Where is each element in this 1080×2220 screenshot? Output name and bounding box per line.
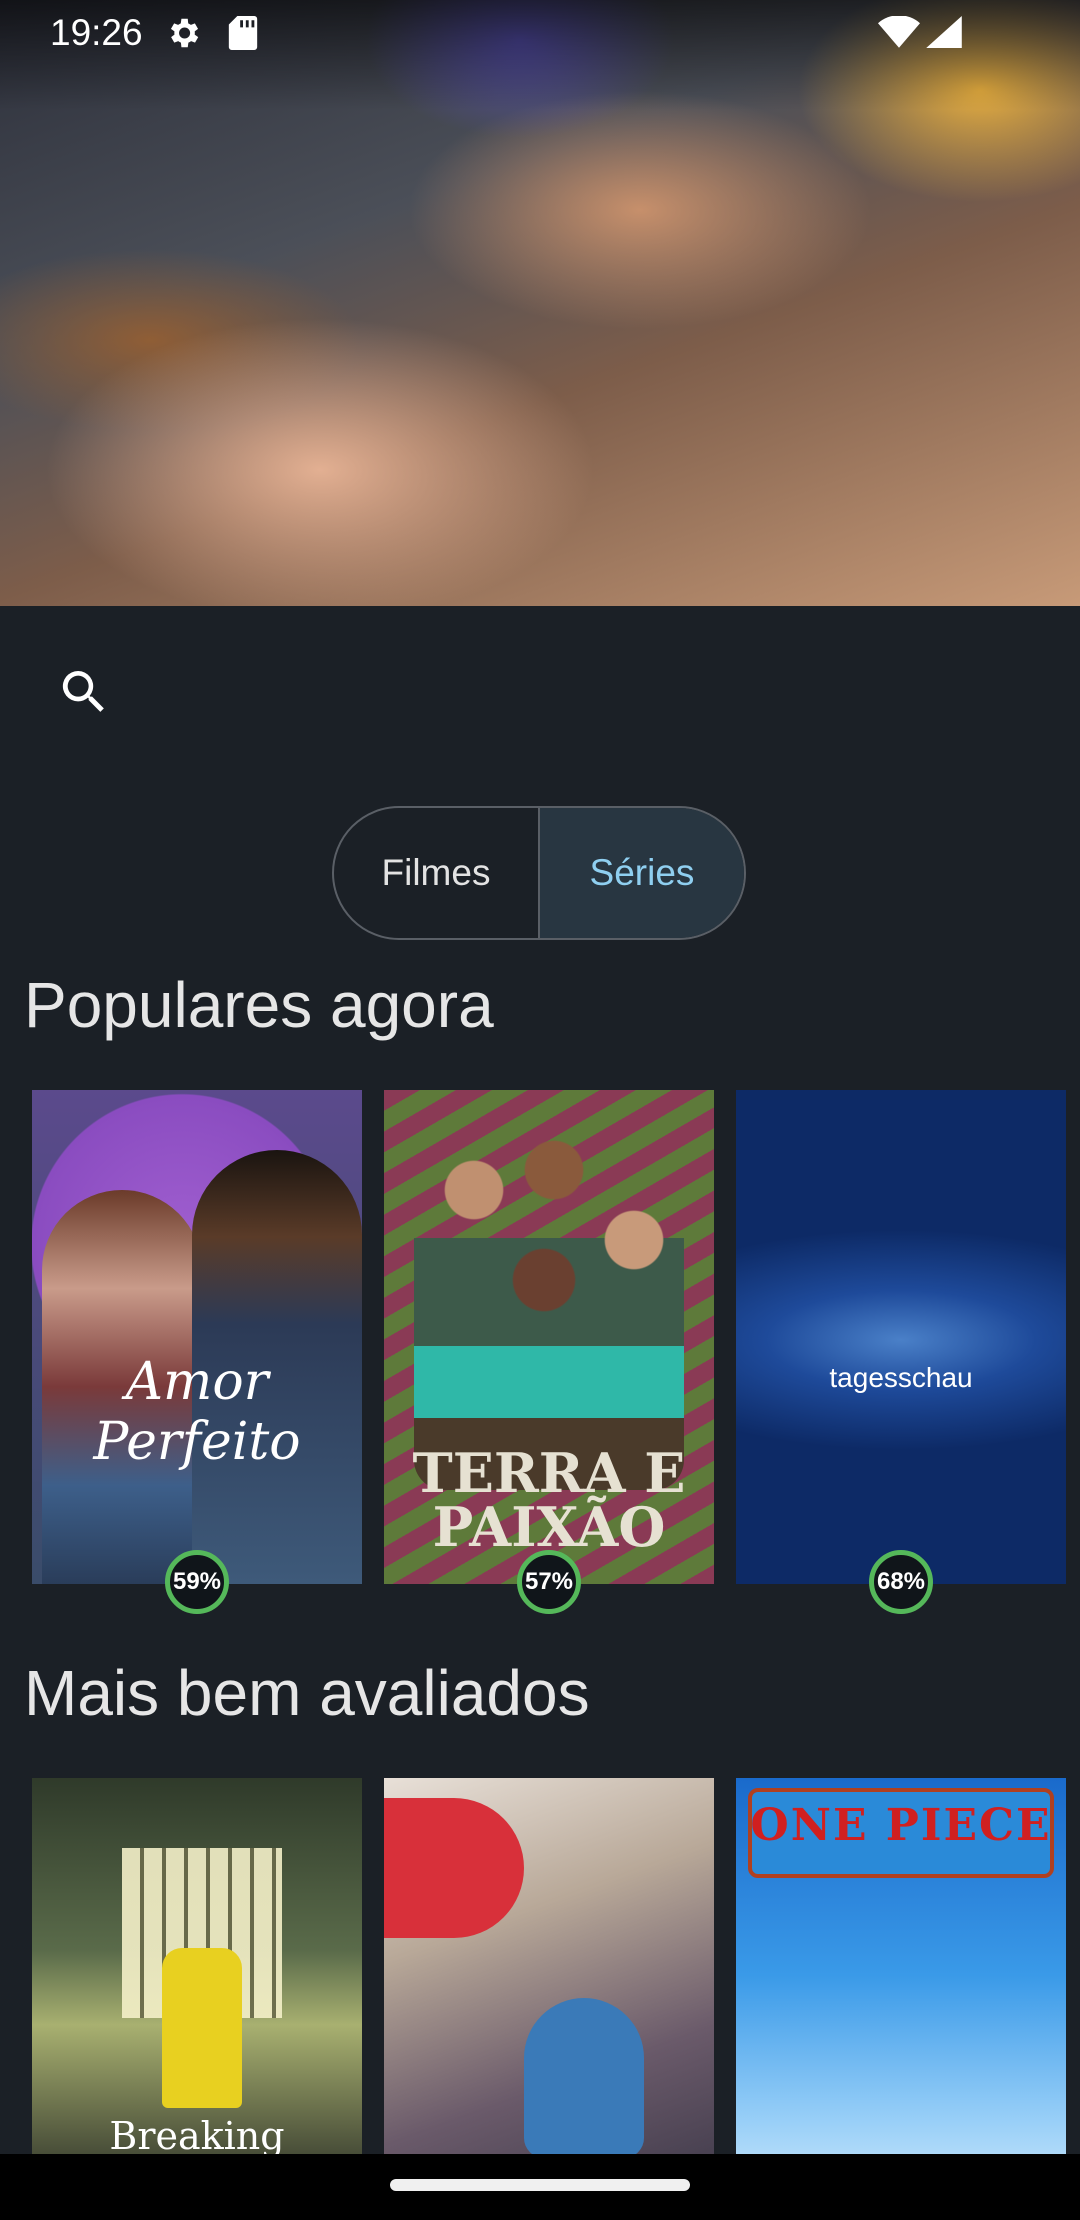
- poster-title: Amor Perfeito: [93, 1352, 301, 1472]
- signal-icon: [926, 16, 962, 53]
- search-button[interactable]: [56, 664, 120, 728]
- poster-title: Breaking: [109, 2114, 285, 2154]
- popular-row: Amor Perfeito 59% TERRA E PAIXÃO 57% tag…: [32, 1090, 1080, 1650]
- rating-badge: 57%: [517, 1550, 581, 1614]
- poster-figure: [384, 1798, 524, 1938]
- search-icon: [62, 671, 104, 712]
- poster-title: ONE PIECE: [750, 1800, 1052, 1851]
- poster-figure: [524, 1998, 644, 2154]
- tab-filmes[interactable]: Filmes: [334, 808, 540, 938]
- poster-card[interactable]: ONE PIECE: [736, 1778, 1066, 2154]
- poster-card[interactable]: Breaking: [32, 1778, 362, 2154]
- tab-series[interactable]: Séries: [540, 808, 744, 938]
- rating-badge: 59%: [165, 1550, 229, 1614]
- poster-card[interactable]: TERRA E PAIXÃO: [384, 1090, 714, 1584]
- poster-card[interactable]: tagesschau: [736, 1090, 1066, 1584]
- poster-figure: [414, 1130, 684, 1490]
- poster-title: tagesschau: [829, 1362, 973, 1393]
- home-gesture-handle[interactable]: [390, 2179, 690, 2191]
- hero-backdrop[interactable]: [0, 0, 1080, 606]
- poster-card[interactable]: Amor Perfeito: [32, 1090, 362, 1584]
- section-title-top-rated: Mais bem avaliados: [24, 1657, 590, 1729]
- rating-badge: 68%: [869, 1550, 933, 1614]
- sd-card-icon: [228, 16, 258, 55]
- status-time: 19:26: [50, 12, 143, 53]
- settings-icon: [164, 14, 202, 57]
- media-type-toggle: Filmes Séries: [332, 806, 746, 940]
- screen: 19:26 Filmes Séries Populares agora Amor…: [0, 0, 1080, 2220]
- top-rated-row: Breaking ONE PIECE: [32, 1778, 1080, 2154]
- section-title-popular: Populares agora: [24, 969, 494, 1041]
- poster-figure: [162, 1948, 242, 2108]
- poster-title: TERRA E PAIXÃO: [412, 1441, 686, 1559]
- poster-card[interactable]: [384, 1778, 714, 2154]
- status-bar: 19:26: [0, 0, 1080, 66]
- wifi-icon: [878, 15, 920, 53]
